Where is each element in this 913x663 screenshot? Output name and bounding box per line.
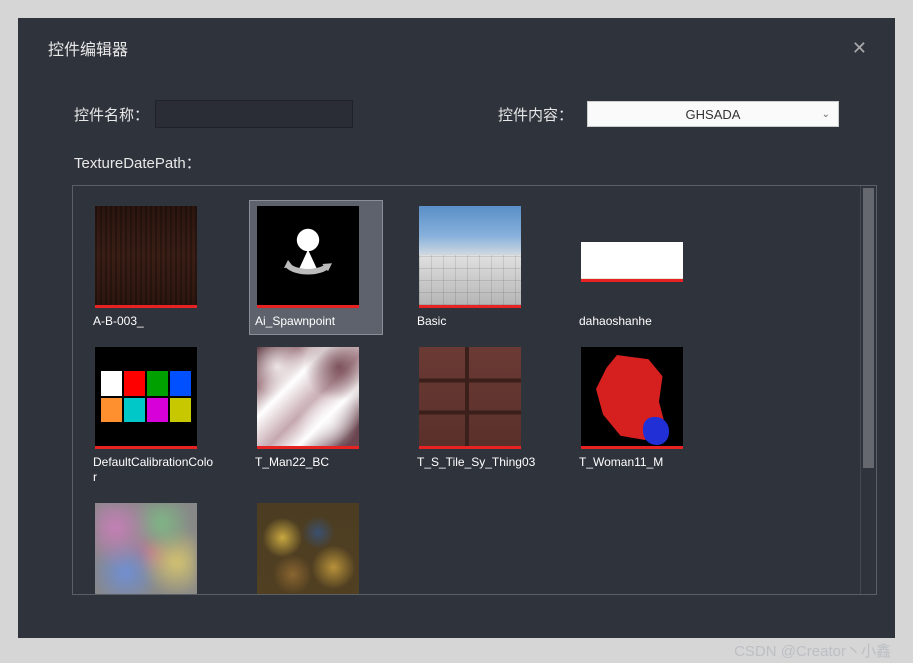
texture-grid: A-B-003_ Ai_Spawnpoint Basic dahaoshanhe De… <box>73 186 860 594</box>
texture-grid-container: A-B-003_ Ai_Spawnpoint Basic dahaoshanhe De… <box>72 185 877 595</box>
thumbnail-basic <box>419 206 521 308</box>
dropdown-value: GHSADA <box>686 107 741 122</box>
texture-item-man22[interactable]: T_Man22_BC <box>249 341 383 491</box>
chevron-down-icon: ⌄ <box>822 109 830 120</box>
dialog-title: 控件编辑器 <box>48 36 128 60</box>
watermark: CSDN @Creator丶小鑫 <box>734 640 891 661</box>
name-label: 控件名称： <box>74 104 149 125</box>
dialog-window: 控件编辑器 ✕ 控件名称： 控件内容： GHSADA ⌄ TextureDate… <box>18 18 895 638</box>
texture-item-basic[interactable]: Basic <box>411 200 545 335</box>
texture-item-spawn[interactable]: Ai_Spawnpoint <box>249 200 383 335</box>
content-label: 控件内容： <box>498 104 573 125</box>
texture-label: Ai_Spawnpoint <box>255 314 335 329</box>
texture-label: Basic <box>417 314 446 329</box>
name-input[interactable] <box>155 100 353 128</box>
texture-item-army[interactable]: 黃巾叛军_D - 副本 <box>249 497 383 594</box>
thumbnail-calib <box>95 347 197 449</box>
texture-label: T_S_Tile_Sy_Thing03 <box>417 455 535 470</box>
scrollbar[interactable] <box>860 186 876 594</box>
section-label: TextureDatePath： <box>18 138 895 181</box>
texture-label: A-B-003_ <box>93 314 144 329</box>
texture-item-calib[interactable]: DefaultCalibrationColor <box>87 341 221 491</box>
thumbnail-army <box>257 503 359 594</box>
texture-item-tile[interactable]: T_S_Tile_Sy_Thing03 <box>411 341 545 491</box>
thumbnail-tile <box>419 347 521 449</box>
close-icon[interactable]: ✕ <box>852 38 867 59</box>
texture-label: DefaultCalibrationColor <box>93 455 215 485</box>
title-bar: 控件编辑器 ✕ <box>18 18 895 70</box>
thumbnail-wind <box>95 503 197 594</box>
thumbnail-dahaoshanhe <box>581 242 683 282</box>
scroll-thumb[interactable] <box>863 188 874 468</box>
texture-label: T_Woman11_M <box>579 455 663 470</box>
content-dropdown[interactable]: GHSADA ⌄ <box>587 101 839 127</box>
texture-item-woman11[interactable]: T_Woman11_M <box>573 341 707 491</box>
texture-item-dahaoshanhe[interactable]: dahaoshanhe <box>573 200 707 335</box>
texture-item-wind[interactable]: WindTurblenceVectorAndGustMagnitude <box>87 497 221 594</box>
thumbnail-a-b-003 <box>95 206 197 308</box>
texture-label: dahaoshanhe <box>579 314 652 329</box>
texture-label: T_Man22_BC <box>255 455 329 470</box>
texture-item-a-b-003[interactable]: A-B-003_ <box>87 200 221 335</box>
thumbnail-man22 <box>257 347 359 449</box>
thumbnail-spawn <box>257 206 359 308</box>
form-row: 控件名称： 控件内容： GHSADA ⌄ <box>18 70 895 138</box>
thumbnail-woman11 <box>581 347 683 449</box>
